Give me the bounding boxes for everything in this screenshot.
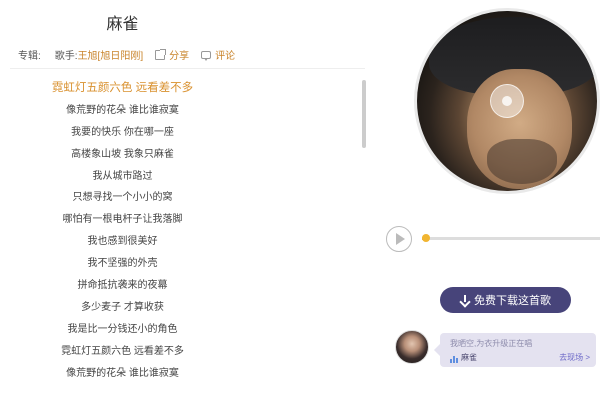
song-title: 麻雀 — [106, 16, 139, 33]
download-icon — [460, 294, 470, 306]
comment-icon[interactable] — [201, 50, 212, 61]
lyric-line: 我从城市路过 — [92, 170, 153, 182]
song-meta: 专辑: 歌手: 王旭[旭日阳刚] 分享 评论 — [18, 47, 235, 62]
lyric-line: 像荒野的花朵 谁比谁寂寞 — [66, 367, 179, 378]
lyrics-panel[interactable]: 霓虹灯五颜六色 远看差不多 像荒野的花朵 谁比谁寂寞 我要的快乐 你在哪一座 高楼象山… — [0, 78, 245, 378]
progress-bar[interactable] — [422, 234, 600, 242]
go-live-link[interactable]: 去现场 > — [559, 352, 590, 363]
singer-link[interactable]: 王旭[旭日阳刚] — [78, 47, 144, 62]
bars-icon — [450, 355, 458, 363]
album-cover — [414, 8, 600, 194]
lyric-line: 霓虹灯五颜六色 远看差不多 — [61, 345, 184, 357]
play-button[interactable] — [386, 226, 412, 252]
lyric-line: 我是比一分钱还小的角色 — [67, 323, 178, 335]
divider — [10, 68, 365, 69]
avatar[interactable] — [395, 330, 429, 364]
lyric-line: 我要的快乐 你在哪一座 — [71, 126, 174, 138]
lyric-line-active: 霓虹灯五颜六色 远看差不多 — [51, 82, 194, 94]
share-icon[interactable] — [155, 48, 167, 60]
live-card[interactable]: 我晒空,为衣升级正在唱 麻雀 去现场 > — [434, 333, 596, 367]
live-text: 我晒空,为衣升级正在唱 — [450, 339, 533, 348]
singer-label: 歌手: — [54, 51, 78, 62]
lyric-line: 哪怕有一根电杆子让我落脚 — [62, 214, 183, 226]
download-label: 免费下载这首歌 — [474, 295, 551, 307]
lyrics-scrollbar[interactable] — [362, 80, 366, 380]
lyric-line: 多少麦子 才算收获 — [81, 301, 164, 313]
share-button[interactable]: 分享 — [169, 47, 189, 62]
comment-button[interactable]: 评论 — [215, 47, 235, 62]
live-song: 麻雀 — [450, 352, 477, 363]
download-button[interactable]: 免费下载这首歌 — [440, 287, 571, 313]
lyric-line: 高楼象山坡 我象只麻雀 — [71, 148, 174, 160]
lyric-line: 只想寻找一个小小的窝 — [72, 192, 173, 204]
album-label: 专辑: — [18, 51, 41, 62]
lyric-line: 我也感到很美好 — [87, 236, 158, 248]
lyric-line: 我不坚强的外壳 — [87, 258, 158, 270]
live-song-name: 麻雀 — [461, 353, 477, 362]
scrollbar-thumb[interactable] — [362, 80, 366, 148]
lyric-line: 拼命抵抗袭来的夜幕 — [77, 280, 168, 292]
progress-knob[interactable] — [422, 234, 430, 242]
disc-icon — [490, 84, 524, 118]
lyric-line: 像荒野的花朵 谁比谁寂寞 — [66, 104, 179, 116]
